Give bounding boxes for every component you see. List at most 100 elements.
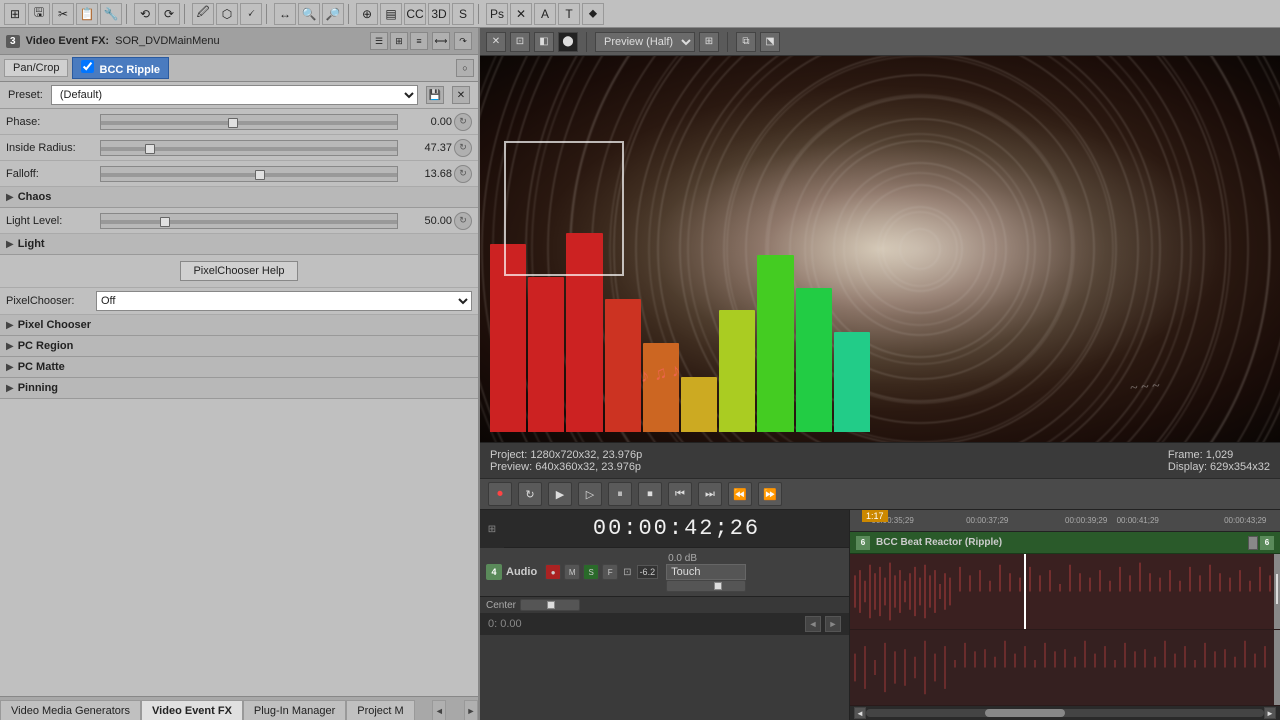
pc-matte-section[interactable]: ▶ PC Matte [0,357,478,378]
tab-scroll-right[interactable]: ► [464,700,478,720]
scroll-track[interactable] [866,709,1264,717]
toolbar-btn-13[interactable]: ▤ [380,3,402,25]
fx-list-icon[interactable]: ☰ [370,32,388,50]
tab-scroll-left[interactable]: ◄ [432,700,446,720]
transport-pause-btn[interactable]: ⏸ [608,482,632,506]
track-mute-btn[interactable]: M [564,564,580,580]
light-section-header[interactable]: ▶ Light [0,234,478,255]
toolbar-btn-8[interactable]: 🗸 [240,3,262,25]
toolbar-btn-17[interactable]: Ps [486,3,508,25]
track-fx-btn[interactable]: F [602,564,618,580]
preset-select[interactable]: (Default) [51,85,418,105]
falloff-thumb[interactable] [255,170,265,180]
pixelchooser-help-btn[interactable]: PixelChooser Help [180,261,297,281]
light-level-thumb[interactable] [160,217,170,227]
pc-region-section[interactable]: ▶ PC Region [0,336,478,357]
preset-close-btn[interactable]: ✕ [452,86,470,104]
phase-cycle-btn[interactable]: ↻ [454,113,472,131]
transport-prev-btn[interactable]: ⏮ [668,482,692,506]
inside-radius-slider[interactable] [100,140,398,156]
bcc-track2-resize-handle[interactable] [1274,630,1280,705]
tab-video-media-generators[interactable]: Video Media Generators [0,700,141,720]
falloff-cycle-btn[interactable]: ↻ [454,165,472,183]
transport-record-btn[interactable]: ⏺ [488,482,512,506]
scroll-thumb[interactable] [985,709,1065,717]
ruler-mark-1: 00:00:37;29 [966,516,1008,525]
inside-radius-cycle-btn[interactable]: ↻ [454,139,472,157]
tab-pan-crop[interactable]: Pan/Crop [4,59,68,77]
fx-grid-icon[interactable]: ⊞ [390,32,408,50]
pixel-chooser-section[interactable]: ▶ Pixel Chooser [0,315,478,336]
pixelchooser-select[interactable]: Off [96,291,472,311]
toolbar-btn-3[interactable]: ✂ [52,3,74,25]
toolbar-btn-16[interactable]: S [452,3,474,25]
preview-close-btn[interactable]: ✕ [486,32,506,52]
scroll-right-btn[interactable]: ► [1264,707,1276,719]
toolbar-btn-5[interactable]: 🔧 [100,3,122,25]
falloff-slider[interactable] [100,166,398,182]
toolbar-btn-14[interactable]: CC [404,3,426,25]
preview-btn-2[interactable]: ◧ [534,32,554,52]
bcc-track-resize-handle[interactable] [1274,554,1280,629]
preview-ext-btn[interactable]: ⬔ [760,32,780,52]
transport-play-from-btn[interactable]: ▷ [578,482,602,506]
toolbar-btn-19[interactable]: A [534,3,556,25]
transport-next-btn[interactable]: ⏭ [698,482,722,506]
transport-next-frame-btn[interactable]: ⏩ [758,482,782,506]
toolbar-btn-2[interactable]: 🖫 [28,3,50,25]
chaos-section-header[interactable]: ▶ Chaos [0,187,478,208]
pixelchooser-row: PixelChooser: Off [0,288,478,315]
inside-radius-thumb[interactable] [145,144,155,154]
track-vol-thumb[interactable] [714,582,722,590]
track-record-btn[interactable]: ● [545,564,561,580]
transport-stop-btn[interactable]: ⏹ [638,482,662,506]
bottom-nav-right[interactable]: ► [825,616,841,632]
toolbar-btn-15[interactable]: 3D [428,3,450,25]
preset-save-btn[interactable]: 💾 [426,86,444,104]
pan-thumb[interactable] [547,601,555,609]
toolbar-btn-21[interactable]: ⬥ [582,3,604,25]
toolbar-btn-20[interactable]: T [558,3,580,25]
light-level-cycle-btn[interactable]: ↻ [454,212,472,230]
track-solo-btn[interactable]: S [583,564,599,580]
preview-quality-select[interactable]: Preview (Half) [595,32,695,52]
transport-loop-btn[interactable]: ↻ [518,482,542,506]
preview-color-btn[interactable]: ⬤ [558,32,578,52]
toolbar-btn-6[interactable]: 🖉 [192,3,214,25]
preview-btn-1[interactable]: ⊡ [510,32,530,52]
toolbar-btn-18[interactable]: ✕ [510,3,532,25]
tab-plugin-manager[interactable]: Plug-In Manager [243,700,346,720]
track-vol-slider[interactable] [666,580,746,592]
tab-more-icon[interactable]: ○ [456,59,474,77]
phase-slider[interactable] [100,114,398,130]
tab-project-m[interactable]: Project M [346,700,414,720]
fx-bypass-icon[interactable]: ↷ [454,32,472,50]
touch-label[interactable]: Touch [666,564,746,580]
transport-play-btn[interactable]: ▶ [548,482,572,506]
pan-slider[interactable] [520,599,580,611]
toolbar-btn-11[interactable]: 🔎 [322,3,344,25]
toolbar-undo[interactable]: ⟲ [134,3,156,25]
toolbar-btn-10[interactable]: 🔍 [298,3,320,25]
scroll-left-btn[interactable]: ◄ [854,707,866,719]
bcc-resize-btn[interactable] [1248,536,1258,550]
phase-thumb[interactable] [228,118,238,128]
fx-prop-icon[interactable]: ≡ [410,32,428,50]
toolbar-redo[interactable]: ⟳ [158,3,180,25]
tab-video-event-fx[interactable]: Video Event FX [141,700,243,720]
pinning-section[interactable]: ▶ Pinning [0,378,478,399]
transport-prev-frame-btn[interactable]: ⏪ [728,482,752,506]
toolbar-btn-12[interactable]: ⊕ [356,3,378,25]
preview-split-btn[interactable]: ⊞ [699,32,719,52]
toolbar-btn-4[interactable]: 📋 [76,3,98,25]
tab-bcc-ripple[interactable]: BCC Ripple [72,57,169,79]
preview-copy-btn[interactable]: ⧉ [736,32,756,52]
fx-link-icon[interactable]: ⟷ [432,32,450,50]
bottom-timecode-value: 0: 0.00 [488,618,522,630]
bcc-ripple-checkbox[interactable] [81,60,94,73]
toolbar-btn-9[interactable]: ↔ [274,3,296,25]
toolbar-btn-7[interactable]: ⬡ [216,3,238,25]
light-level-slider[interactable] [100,213,398,229]
bottom-nav-left[interactable]: ◄ [805,616,821,632]
toolbar-btn-1[interactable]: ⊞ [4,3,26,25]
